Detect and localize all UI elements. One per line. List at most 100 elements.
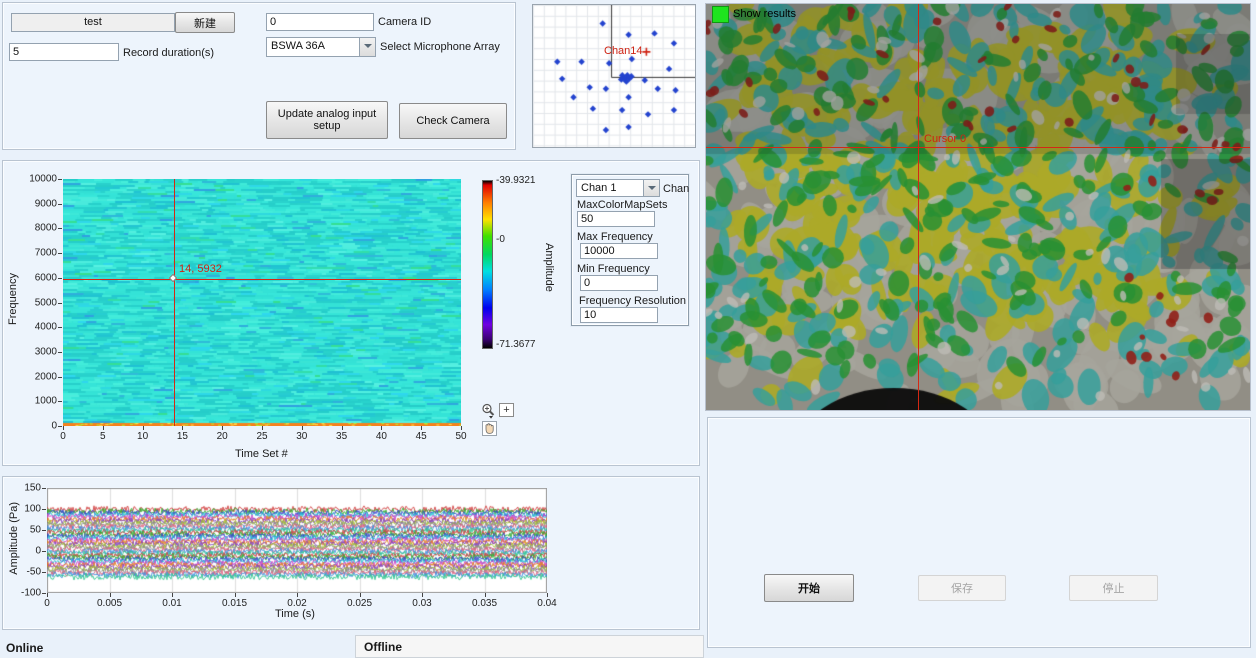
tick-mark bbox=[58, 253, 62, 254]
tick-mark bbox=[58, 377, 62, 378]
spectrogram-panel: Frequency 14, 5932 Time Set # -39.9321 -… bbox=[2, 160, 700, 466]
channel-dropdown[interactable]: Chan 1 bbox=[576, 179, 660, 197]
tick-mark bbox=[302, 426, 303, 430]
spectrogram-x-tick: 20 bbox=[217, 431, 228, 442]
camera-cursor-label: Cursor 0 bbox=[924, 133, 966, 145]
waveform-x-tick: 0.035 bbox=[472, 598, 497, 609]
mic-array-value: BSWA 36A bbox=[271, 40, 325, 52]
tick-mark bbox=[422, 593, 423, 597]
frequency-resolution-label: Frequency Resolution bbox=[579, 295, 686, 307]
tick-mark bbox=[42, 530, 46, 531]
mic-array-label: Select Microphone Array bbox=[380, 41, 500, 53]
frequency-resolution-input[interactable] bbox=[580, 307, 658, 323]
max-colormap-input[interactable] bbox=[577, 211, 655, 227]
max-frequency-input[interactable] bbox=[580, 243, 658, 259]
channel-value: Chan 1 bbox=[581, 182, 616, 194]
spectrogram-ylabel: Frequency bbox=[7, 273, 19, 325]
stop-button[interactable]: 停止 bbox=[1069, 575, 1158, 601]
camera-cursor-vline[interactable] bbox=[918, 4, 919, 410]
spectrogram-x-tick: 45 bbox=[416, 431, 427, 442]
chevron-down-icon[interactable] bbox=[359, 38, 375, 56]
spectrogram-cursor-vline[interactable] bbox=[174, 179, 175, 426]
spectrogram-y-tick: 3000 bbox=[35, 346, 57, 357]
spectrogram-y-tick: 1000 bbox=[35, 396, 57, 407]
camera-view[interactable]: Cursor 0 Show results bbox=[705, 3, 1251, 411]
max-colormap-label: MaxColorMapSets bbox=[577, 199, 667, 211]
session-name-input[interactable]: test bbox=[11, 13, 175, 32]
tick-mark bbox=[143, 426, 144, 430]
colorbar-label: Amplitude bbox=[543, 243, 555, 292]
mic-array-plot[interactable]: Chan14 bbox=[532, 4, 696, 148]
waveform-panel: Amplitude (Pa) Time (s) 150100500-50-100… bbox=[2, 476, 700, 630]
record-duration-input[interactable] bbox=[9, 43, 119, 61]
status-offline-box: Offline bbox=[355, 635, 704, 658]
waveform-y-tick: 0 bbox=[35, 546, 41, 557]
camera-cursor-hline[interactable] bbox=[706, 147, 1250, 148]
min-frequency-input[interactable] bbox=[580, 275, 658, 291]
spectrogram-x-tick: 50 bbox=[455, 431, 466, 442]
record-duration-label: Record duration(s) bbox=[123, 47, 214, 59]
camera-image-canvas[interactable] bbox=[706, 4, 1250, 410]
max-frequency-label: Max Frequency bbox=[577, 231, 653, 243]
status-online: Online bbox=[6, 641, 43, 655]
start-button[interactable]: 开始 bbox=[764, 574, 854, 602]
tick-mark bbox=[222, 426, 223, 430]
camera-id-input[interactable] bbox=[266, 13, 374, 31]
waveform-canvas[interactable] bbox=[47, 488, 547, 593]
tick-mark bbox=[58, 303, 62, 304]
spectrogram-y-tick: 5000 bbox=[35, 297, 57, 308]
check-camera-button[interactable]: Check Camera bbox=[399, 103, 507, 139]
waveform-y-tick: -100 bbox=[21, 588, 41, 599]
show-results-label: Show results bbox=[733, 8, 796, 20]
spectrogram-x-tick: 35 bbox=[336, 431, 347, 442]
control-panel: 开始 保存 停止 bbox=[707, 417, 1251, 648]
waveform-y-tick: 100 bbox=[24, 504, 41, 515]
tick-mark bbox=[47, 593, 48, 597]
waveform-x-tick: 0 bbox=[44, 598, 50, 609]
spectrogram-canvas[interactable] bbox=[63, 179, 461, 426]
waveform-x-tick: 0.02 bbox=[287, 598, 306, 609]
config-panel: test 新建 Record duration(s) Camera ID BSW… bbox=[2, 2, 516, 150]
spectrogram-x-tick: 40 bbox=[376, 431, 387, 442]
zoom-magnifier-icon[interactable] bbox=[481, 403, 497, 419]
spectrogram-y-tick: 0 bbox=[51, 421, 57, 432]
analysis-settings-panel: Chan 1 Chan MaxColorMapSets Max Frequenc… bbox=[571, 174, 689, 326]
chevron-down-icon[interactable] bbox=[643, 180, 659, 196]
colorbar-min-tick: -71.3677 bbox=[496, 339, 535, 350]
tick-mark bbox=[58, 278, 62, 279]
tick-mark bbox=[421, 426, 422, 430]
tick-mark bbox=[110, 593, 111, 597]
tick-mark bbox=[360, 593, 361, 597]
waveform-y-tick: -50 bbox=[27, 567, 41, 578]
mic-array-canvas[interactable] bbox=[533, 5, 695, 147]
save-button[interactable]: 保存 bbox=[918, 575, 1006, 601]
spectrogram-x-tick: 25 bbox=[256, 431, 267, 442]
tick-mark bbox=[235, 593, 236, 597]
pan-hand-icon[interactable] bbox=[482, 421, 497, 436]
waveform-xlabel: Time (s) bbox=[275, 608, 315, 620]
mic-array-dropdown[interactable]: BSWA 36A bbox=[266, 37, 376, 57]
tick-mark bbox=[58, 327, 62, 328]
update-analog-input-button[interactable]: Update analog input setup bbox=[266, 101, 388, 139]
spectrogram-y-tick: 8000 bbox=[35, 223, 57, 234]
waveform-x-tick: 0.005 bbox=[97, 598, 122, 609]
mic-array-highlight-label: Chan14 bbox=[604, 45, 643, 57]
tick-mark bbox=[342, 426, 343, 430]
tick-mark bbox=[42, 509, 46, 510]
spectrogram-cursor-label: 14, 5932 bbox=[179, 263, 222, 275]
waveform-x-tick: 0.015 bbox=[222, 598, 247, 609]
zoom-plus-tool[interactable]: + bbox=[499, 403, 514, 417]
tick-mark bbox=[58, 426, 62, 427]
spectrogram-cursor-hline[interactable] bbox=[63, 279, 461, 280]
waveform-x-tick: 0.01 bbox=[162, 598, 181, 609]
tick-mark bbox=[297, 593, 298, 597]
spectrogram-y-tick: 4000 bbox=[35, 322, 57, 333]
tick-mark bbox=[58, 204, 62, 205]
waveform-x-tick: 0.04 bbox=[537, 598, 556, 609]
tick-mark bbox=[262, 426, 263, 430]
min-frequency-label: Min Frequency bbox=[577, 263, 650, 275]
show-results-checkbox[interactable] bbox=[712, 6, 729, 23]
new-session-button[interactable]: 新建 bbox=[175, 12, 235, 33]
tick-mark bbox=[42, 488, 46, 489]
tick-mark bbox=[42, 551, 46, 552]
